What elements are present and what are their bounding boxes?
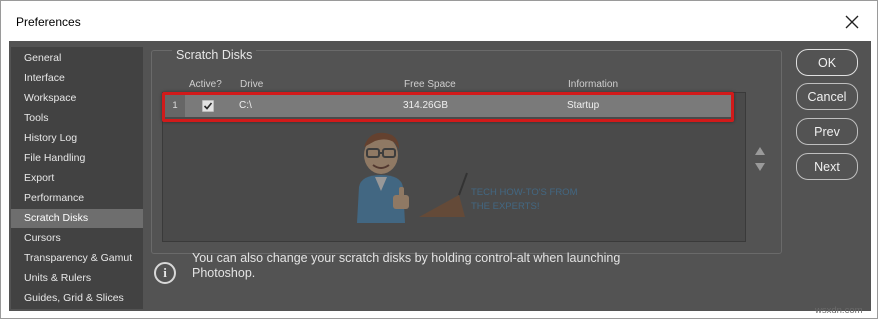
sidebar-item-guides-grid-slices[interactable]: Guides, Grid & Slices: [11, 289, 143, 308]
ok-button[interactable]: OK: [796, 49, 858, 76]
close-icon: [845, 15, 859, 29]
sidebar-item-general[interactable]: General: [11, 49, 143, 68]
red-highlight-annotation: [162, 92, 734, 122]
scratch-disks-table: 1 C:\ 314.26GB Startup TECH HOW-TO'S FRO…: [162, 92, 746, 242]
sidebar-item-transparency-gamut[interactable]: Transparency & Gamut: [11, 249, 143, 268]
sidebar-item-units-rulers[interactable]: Units & Rulers: [11, 269, 143, 288]
appuals-watermark-logo: TECH HOW-TO'S FROM THE EXPERTS!: [357, 132, 578, 223]
sidebar-item-file-handling[interactable]: File Handling: [11, 149, 143, 168]
column-header-free-space[interactable]: Free Space: [404, 79, 456, 90]
info-message: i You can also change your scratch disks…: [151, 246, 782, 286]
scroll-down-icon[interactable]: [755, 163, 765, 171]
site-watermark: wsxdn.com: [815, 305, 863, 316]
scratch-disks-panel: Scratch Disks Active? Drive Free Space I…: [151, 48, 782, 254]
column-header-drive[interactable]: Drive: [240, 79, 263, 90]
sidebar-item-scratch-disks[interactable]: Scratch Disks: [11, 209, 143, 228]
close-button[interactable]: [837, 9, 867, 35]
sidebar-item-history-log[interactable]: History Log: [11, 129, 143, 148]
column-header-information[interactable]: Information: [568, 79, 618, 90]
info-text: You can also change your scratch disks b…: [192, 251, 621, 280]
info-icon: i: [154, 262, 176, 284]
sidebar-item-tools[interactable]: Tools: [11, 109, 143, 128]
scroll-arrows: [755, 147, 765, 171]
cancel-button[interactable]: Cancel: [796, 83, 858, 110]
panel-title: Scratch Disks: [172, 48, 257, 62]
watermark-tagline-1: TECH HOW-TO'S FROM: [471, 187, 578, 198]
dialog-body: General Interface Workspace Tools Histor…: [9, 41, 871, 311]
sidebar-item-export[interactable]: Export: [11, 169, 143, 188]
scroll-up-icon[interactable]: [755, 147, 765, 155]
window-title: Preferences: [16, 15, 81, 29]
sidebar-item-workspace[interactable]: Workspace: [11, 89, 143, 108]
column-header-active[interactable]: Active?: [189, 79, 222, 90]
sidebar-item-interface[interactable]: Interface: [11, 69, 143, 88]
sidebar-item-performance[interactable]: Performance: [11, 189, 143, 208]
sidebar-item-cursors[interactable]: Cursors: [11, 229, 143, 248]
preferences-dialog: Preferences General Interface Workspace …: [0, 0, 878, 319]
next-button[interactable]: Next: [796, 153, 858, 180]
prev-button[interactable]: Prev: [796, 118, 858, 145]
preferences-sidebar: General Interface Workspace Tools Histor…: [11, 47, 143, 309]
table-row[interactable]: 1 C:\ 314.26GB Startup: [162, 92, 734, 122]
watermark-tagline-2: THE EXPERTS!: [471, 201, 539, 212]
title-bar: Preferences: [1, 1, 877, 41]
